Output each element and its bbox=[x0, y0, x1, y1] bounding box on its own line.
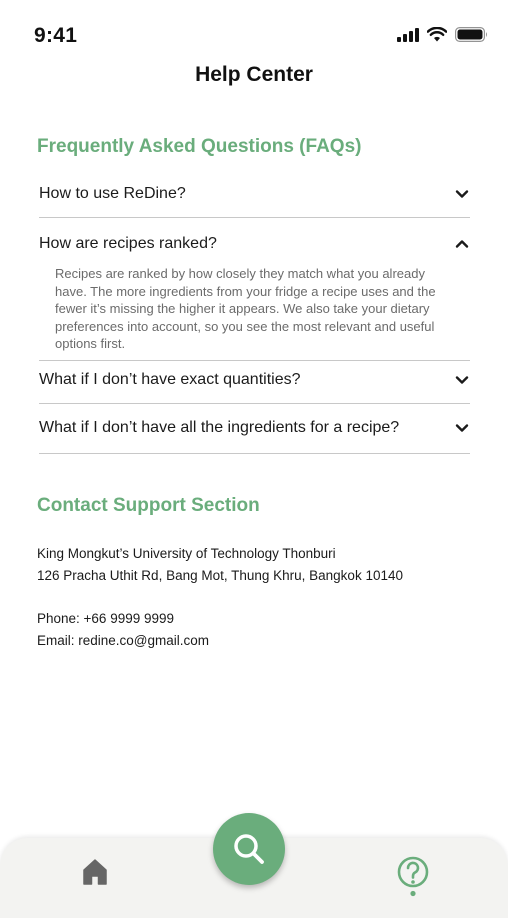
faq-question-text: What if I don’t have all the ingredients… bbox=[39, 419, 400, 436]
status-icons bbox=[397, 27, 488, 42]
search-icon bbox=[234, 834, 264, 864]
status-bar: 9:41 bbox=[0, 0, 508, 70]
chevron-up-icon[interactable] bbox=[454, 236, 470, 252]
chevron-down-icon[interactable] bbox=[454, 372, 470, 388]
faq-item: How are recipes ranked? Recipes are rank… bbox=[39, 218, 470, 361]
status-time: 9:41 bbox=[34, 24, 78, 47]
faq-question-missing-ingredients[interactable]: What if I don’t have all the ingredients… bbox=[39, 404, 470, 437]
faq-question-text: How are recipes ranked? bbox=[39, 235, 217, 252]
chevron-down-icon[interactable] bbox=[454, 186, 470, 202]
faq-question-text: What if I don’t have exact quantities? bbox=[39, 371, 301, 388]
faq-section-title: Frequently Asked Questions (FAQs) bbox=[37, 136, 362, 157]
faq-item: What if I don’t have all the ingredients… bbox=[39, 404, 470, 454]
wifi-icon bbox=[427, 27, 447, 42]
page-title: Help Center bbox=[195, 63, 313, 86]
faq-question-exact-quantities[interactable]: What if I don’t have exact quantities? bbox=[39, 361, 470, 389]
contact-address: King Mongkut’s University of Technology … bbox=[37, 543, 403, 587]
contact-section-title: Contact Support Section bbox=[37, 495, 260, 516]
signal-icon bbox=[397, 27, 419, 42]
faq-answer: Recipes are ranked by how closely they m… bbox=[55, 266, 436, 351]
faq-list: How to use ReDine? How are recipes ranke… bbox=[39, 172, 470, 454]
faq-item: How to use ReDine? bbox=[39, 172, 470, 218]
home-icon[interactable] bbox=[80, 857, 110, 887]
faq-question-how-to-use[interactable]: How to use ReDine? bbox=[39, 172, 470, 203]
contact-email[interactable]: Email: redine.co@gmail.com bbox=[37, 630, 209, 652]
faq-question-recipes-ranked[interactable]: How are recipes ranked? bbox=[39, 218, 470, 253]
search-button[interactable] bbox=[213, 813, 285, 885]
contact-institution: King Mongkut’s University of Technology … bbox=[37, 546, 336, 561]
battery-icon bbox=[455, 27, 487, 42]
faq-question-text: How to use ReDine? bbox=[39, 185, 186, 202]
contact-street-address: 126 Pracha Uthit Rd, Bang Mot, Thung Khr… bbox=[37, 568, 403, 583]
faq-item: What if I don’t have exact quantities? bbox=[39, 361, 470, 404]
contact-details: Phone: +66 9999 9999 Email: redine.co@gm… bbox=[37, 608, 209, 652]
contact-phone[interactable]: Phone: +66 9999 9999 bbox=[37, 608, 209, 630]
chevron-down-icon[interactable] bbox=[454, 420, 470, 436]
help-icon[interactable] bbox=[396, 855, 430, 897]
